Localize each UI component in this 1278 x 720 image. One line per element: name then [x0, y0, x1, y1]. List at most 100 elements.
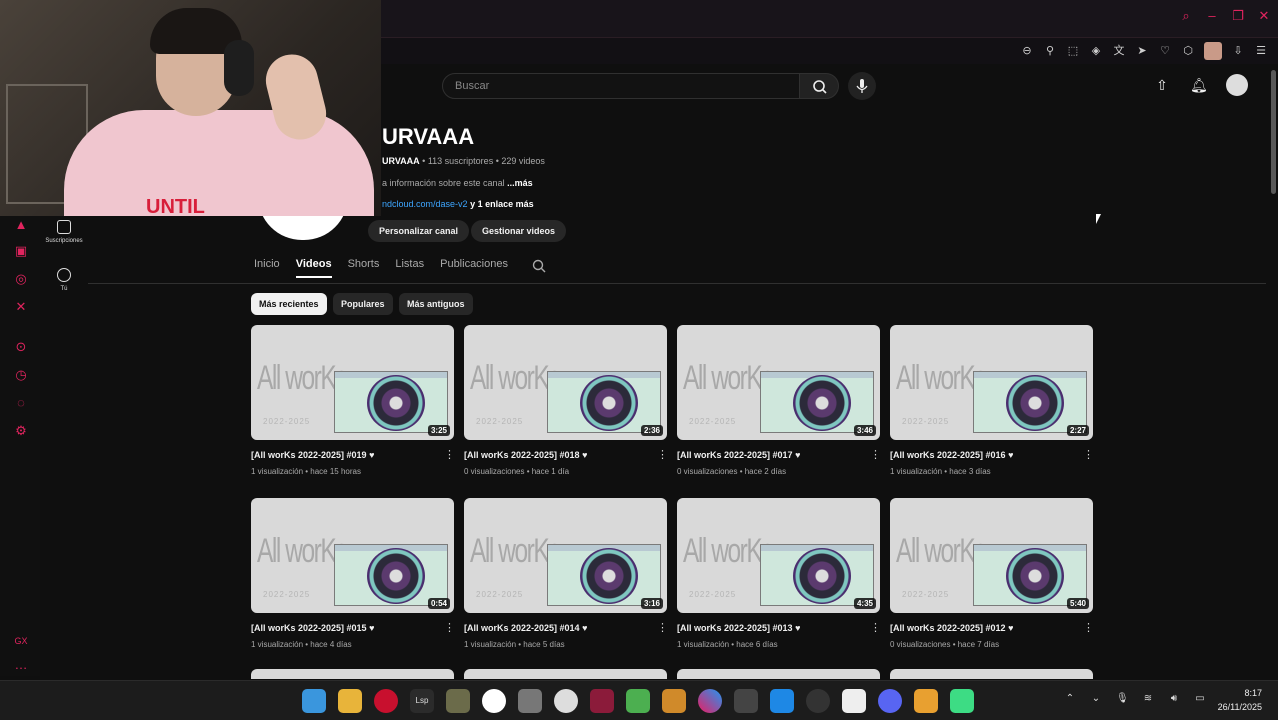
chat-icon[interactable]: ◌ — [12, 394, 30, 412]
gx-icon[interactable]: GX — [12, 632, 30, 650]
more-vert-icon[interactable]: ⋮ — [657, 450, 668, 461]
video-thumbnail[interactable]: All worKs 2022-2025 3:16 — [464, 498, 667, 613]
video-thumbnail[interactable]: All worKs 2022-2025 3:25 — [251, 325, 454, 440]
channel-links[interactable]: ndcloud.com/dase-v2 y 1 enlace más — [382, 199, 534, 209]
guide-you[interactable]: Tú — [40, 268, 88, 292]
capcut-icon[interactable] — [842, 689, 866, 713]
video-thumbnail-partial[interactable] — [251, 669, 454, 679]
translate-icon[interactable]: 文 — [1112, 44, 1126, 58]
tab-videos[interactable]: Videos — [295, 258, 332, 278]
microphone-icon[interactable]: 🎙︎ — [1116, 693, 1129, 705]
guide-subscriptions[interactable]: Suscripciones — [40, 220, 88, 244]
heart-icon[interactable]: ♡ — [1158, 44, 1172, 58]
video-title[interactable]: [All worKs 2022-2025] #017 ♥ — [677, 450, 880, 460]
video-thumbnail[interactable]: All worKs 2022-2025 2:27 — [890, 325, 1093, 440]
tab-shorts[interactable]: Shorts — [348, 258, 380, 278]
channel-link[interactable]: ndcloud.com/dase-v2 — [382, 199, 468, 209]
video-title[interactable]: [All worKs 2022-2025] #013 ♥ — [677, 623, 880, 633]
channel-description[interactable]: a información sobre este canal ...más — [382, 178, 533, 188]
more-vert-icon[interactable]: ⋮ — [870, 623, 881, 634]
search-input[interactable]: Buscar — [442, 73, 800, 99]
more-vert-icon[interactable]: ⋮ — [444, 450, 455, 461]
discord-icon[interactable] — [878, 689, 902, 713]
taskbar-clock[interactable]: 8:17 26/11/2025 — [1218, 686, 1262, 714]
video-card[interactable]: All worKs 2022-2025 4:35 [All worKs 2022-20… — [677, 498, 881, 649]
video-card[interactable]: All worKs 2022-2025 2:27 [All worKs 2022-20… — [890, 325, 1094, 476]
chip-popular[interactable]: Populares — [333, 293, 393, 315]
twitch-icon[interactable]: ▣ — [12, 242, 30, 260]
channel-search-icon[interactable] — [532, 259, 546, 273]
more-vert-icon[interactable]: ⋮ — [444, 623, 455, 634]
app-icon[interactable] — [482, 689, 506, 713]
more-vert-icon[interactable]: ⋮ — [1083, 623, 1094, 634]
close-button[interactable]: ✕ — [1258, 8, 1270, 24]
video-card[interactable]: All worKs 2022-2025 5:40 [All worKs 2022-20… — [890, 498, 1094, 649]
video-card[interactable]: All worKs 2022-2025 3:25 [All worKs 2022-20… — [251, 325, 455, 476]
video-title[interactable]: [All worKs 2022-2025] #016 ♥ — [890, 450, 1093, 460]
video-thumbnail[interactable]: All worKs 2022-2025 0:54 — [251, 498, 454, 613]
zoom-icon[interactable]: ⊖ — [1020, 44, 1034, 58]
send-icon[interactable]: ➤ — [1135, 44, 1149, 58]
more-vert-icon[interactable]: ⋮ — [1083, 450, 1094, 461]
app-icon[interactable] — [914, 689, 938, 713]
snapshot-icon[interactable]: ⬚ — [1066, 44, 1080, 58]
page-scrollbar[interactable] — [1271, 70, 1276, 194]
tab-inicio[interactable]: Inicio — [254, 258, 280, 278]
pin-icon[interactable]: ⚲ — [1043, 44, 1057, 58]
video-thumbnail[interactable]: All worKs 2022-2025 2:36 — [464, 325, 667, 440]
search-tabs-icon[interactable]: ⌕ — [1180, 8, 1192, 24]
app-icon[interactable] — [662, 689, 686, 713]
video-title[interactable]: [All worKs 2022-2025] #018 ♥ — [464, 450, 667, 460]
opera-gx-icon[interactable] — [374, 689, 398, 713]
video-thumbnail[interactable]: All worKs 2022-2025 5:40 — [890, 498, 1093, 613]
video-thumbnail[interactable]: All worKs 2022-2025 4:35 — [677, 498, 880, 613]
video-title[interactable]: [All worKs 2022-2025] #012 ♥ — [890, 623, 1093, 633]
extensions-icon[interactable]: ⬡ — [1181, 44, 1195, 58]
channel-link-more[interactable]: y 1 enlace más — [470, 199, 534, 209]
tray-arrow-icon[interactable]: ⌄ — [1090, 693, 1102, 705]
chip-oldest[interactable]: Más antiguos — [399, 293, 473, 315]
app-icon[interactable] — [770, 689, 794, 713]
minecraft-icon[interactable] — [626, 689, 650, 713]
menu-icon[interactable]: ☰ — [1254, 44, 1268, 58]
chip-recent[interactable]: Más recientes — [251, 293, 327, 315]
file-explorer-icon[interactable] — [338, 689, 362, 713]
manage-videos-button[interactable]: Gestionar videos — [471, 220, 567, 242]
account-avatar[interactable] — [1226, 74, 1248, 96]
tab-publicaciones[interactable]: Publicaciones — [440, 258, 508, 278]
app-icon[interactable] — [950, 689, 974, 713]
settings-icon[interactable]: ⚙ — [12, 422, 30, 440]
aria-icon[interactable]: ▲ — [12, 216, 30, 234]
video-card[interactable]: All worKs 2022-2025 3:46 [All worKs 2022-20… — [677, 325, 881, 476]
shield-icon[interactable]: ◈ — [1089, 44, 1103, 58]
more-icon[interactable]: … — [12, 656, 30, 674]
app-icon[interactable] — [590, 689, 614, 713]
video-title[interactable]: [All worKs 2022-2025] #015 ♥ — [251, 623, 454, 633]
profile-icon[interactable] — [1204, 42, 1222, 60]
whatsapp-icon[interactable]: ◎ — [12, 270, 30, 288]
volume-icon[interactable]: 🔊︎ — [1168, 693, 1180, 705]
minimize-button[interactable]: – — [1206, 8, 1218, 24]
windows-start-icon[interactable] — [302, 689, 326, 713]
battery-icon[interactable]: ▭ — [1194, 693, 1206, 705]
player-icon[interactable]: ⊙ — [12, 338, 30, 356]
app-icon[interactable]: Lsp — [410, 689, 434, 713]
wifi-icon[interactable]: ≋ — [1142, 693, 1154, 705]
customize-channel-button[interactable]: Personalizar canal — [368, 220, 470, 242]
video-card[interactable]: All worKs 2022-2025 0:54 [All worKs 2022-20… — [251, 498, 455, 649]
video-title[interactable]: [All worKs 2022-2025] #014 ♥ — [464, 623, 667, 633]
video-thumbnail-partial[interactable] — [677, 669, 880, 679]
app-icon[interactable] — [698, 689, 722, 713]
history-icon[interactable]: ◷ — [12, 366, 30, 384]
upload-icon[interactable]: ⇧ — [1154, 77, 1170, 93]
video-title[interactable]: [All worKs 2022-2025] #019 ♥ — [251, 450, 454, 460]
obs-icon[interactable] — [806, 689, 830, 713]
app-icon[interactable] — [554, 689, 578, 713]
app-icon[interactable] — [518, 689, 542, 713]
video-card[interactable]: All worKs 2022-2025 3:16 [All worKs 2022-20… — [464, 498, 668, 649]
x-icon[interactable]: ✕ — [12, 298, 30, 316]
search-button[interactable] — [799, 73, 839, 99]
restore-button[interactable]: ❐ — [1232, 8, 1244, 24]
video-thumbnail-partial[interactable] — [890, 669, 1093, 679]
more-vert-icon[interactable]: ⋮ — [870, 450, 881, 461]
